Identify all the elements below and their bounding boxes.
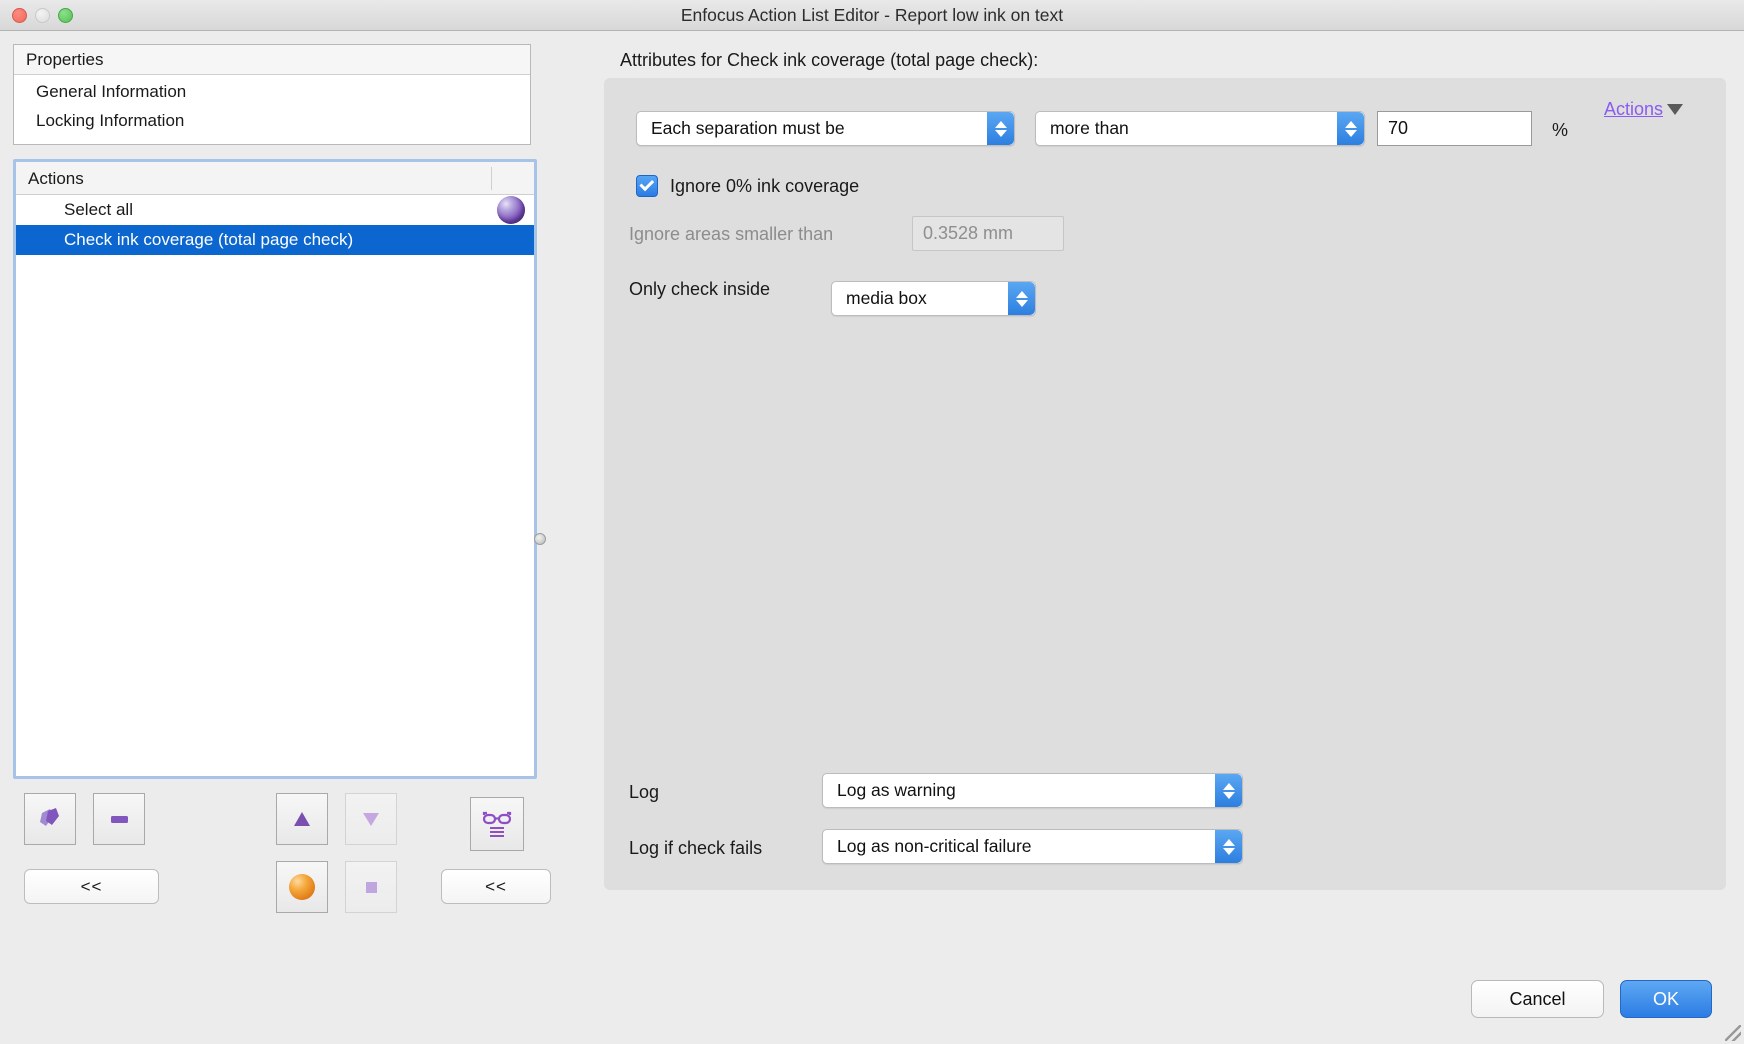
stepper-arrows-icon <box>1337 112 1364 145</box>
duplicate-action-button[interactable] <box>24 793 76 845</box>
square-action-button[interactable] <box>345 861 397 913</box>
actions-menu-link[interactable]: Actions <box>1604 99 1683 120</box>
chevron-down-icon <box>1667 104 1683 115</box>
ok-button[interactable]: OK <box>1620 980 1712 1018</box>
actions-panel: Actions Select all Check ink coverage (t… <box>13 159 537 779</box>
action-row[interactable]: Check ink coverage (total page check) <box>16 225 534 255</box>
separation-scope-select[interactable]: Each separation must be <box>636 111 1015 146</box>
properties-list: General Information Locking Information <box>14 75 530 135</box>
stepper-arrows-icon <box>1215 830 1242 863</box>
only-check-inside-select[interactable]: media box <box>831 281 1036 316</box>
actions-header: Actions <box>16 162 534 195</box>
actions-header-label: Actions <box>28 169 84 188</box>
stepper-arrows-icon <box>1008 282 1035 315</box>
log-label: Log <box>629 782 659 803</box>
remove-action-button[interactable] <box>93 793 145 845</box>
minus-bar-icon <box>104 804 134 834</box>
log-if-check-fails-value: Log as non-critical failure <box>837 836 1032 857</box>
ignore-areas-label: Ignore areas smaller than <box>629 224 833 245</box>
percent-label: % <box>1552 120 1568 141</box>
stacked-shapes-icon <box>35 804 65 834</box>
window-title: Enfocus Action List Editor - Report low … <box>0 0 1744 30</box>
square-icon <box>356 872 386 902</box>
cancel-button[interactable]: Cancel <box>1471 980 1604 1018</box>
ignore-zero-ink-label: Ignore 0% ink coverage <box>670 176 859 197</box>
sphere-action-button[interactable] <box>276 861 328 913</box>
move-up-button[interactable] <box>276 793 328 845</box>
separation-scope-value: Each separation must be <box>651 118 845 139</box>
ignore-areas-value: 0.3528 mm <box>923 223 1013 244</box>
properties-item-locking-information[interactable]: Locking Information <box>14 106 530 135</box>
properties-panel: Properties General Information Locking I… <box>13 44 531 145</box>
collapse-right-button[interactable]: << <box>441 869 551 904</box>
triangle-down-icon <box>356 804 386 834</box>
comparison-select[interactable]: more than <box>1035 111 1365 146</box>
move-down-button[interactable] <box>345 793 397 845</box>
properties-header: Properties <box>14 45 530 75</box>
action-row-label: Check ink coverage (total page check) <box>64 230 353 249</box>
splitter-handle[interactable] <box>534 533 546 545</box>
log-select[interactable]: Log as warning <box>822 773 1243 808</box>
attributes-panel <box>604 78 1726 890</box>
preview-button[interactable] <box>470 797 524 851</box>
ignore-areas-input[interactable]: 0.3528 mm <box>912 216 1064 251</box>
triangle-up-icon <box>287 804 317 834</box>
only-check-inside-label: Only check inside <box>629 279 770 300</box>
log-if-check-fails-label: Log if check fails <box>629 838 762 859</box>
threshold-value: 70 <box>1388 118 1408 139</box>
threshold-input[interactable]: 70 <box>1377 111 1532 146</box>
stepper-arrows-icon <box>987 112 1014 145</box>
orange-sphere-icon <box>289 874 315 900</box>
column-divider <box>491 167 492 190</box>
resize-grip[interactable] <box>1725 1025 1741 1041</box>
properties-item-general-information[interactable]: General Information <box>14 77 530 106</box>
comparison-value: more than <box>1050 118 1129 139</box>
application-window: Enfocus Action List Editor - Report low … <box>0 0 1744 1044</box>
collapse-left-button[interactable]: << <box>24 869 159 904</box>
log-if-check-fails-select[interactable]: Log as non-critical failure <box>822 829 1243 864</box>
sphere-icon <box>497 196 525 224</box>
action-row-label: Select all <box>64 200 133 219</box>
check-icon <box>639 176 654 191</box>
ignore-zero-ink-checkbox-row[interactable]: Ignore 0% ink coverage <box>636 175 859 197</box>
stepper-arrows-icon <box>1215 774 1242 807</box>
title-bar: Enfocus Action List Editor - Report low … <box>0 0 1744 31</box>
ignore-zero-ink-checkbox[interactable] <box>636 175 658 197</box>
actions-menu-label: Actions <box>1604 99 1663 120</box>
glasses-icon <box>480 807 514 841</box>
log-value: Log as warning <box>837 780 956 801</box>
attributes-title: Attributes for Check ink coverage (total… <box>620 50 1038 71</box>
only-check-inside-value: media box <box>846 288 927 309</box>
action-row[interactable]: Select all <box>16 195 534 225</box>
